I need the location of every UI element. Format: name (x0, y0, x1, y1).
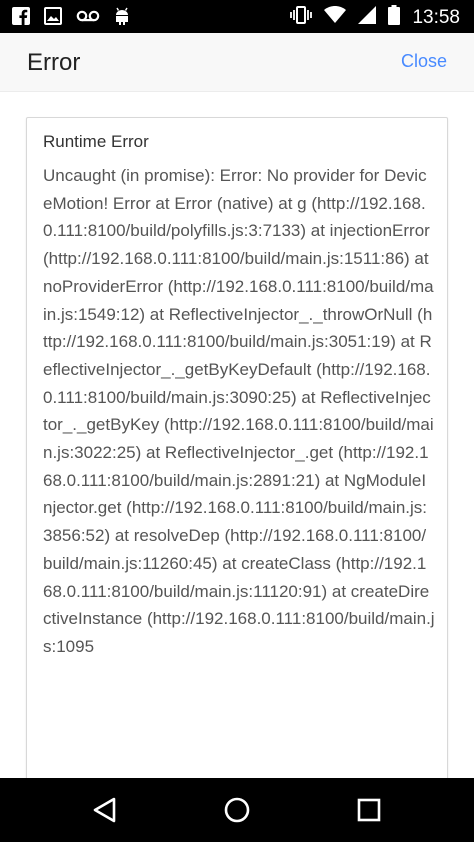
status-bar: 13:58 (0, 0, 474, 33)
image-icon (44, 7, 62, 30)
voicemail-icon (76, 9, 100, 28)
android-icon (114, 6, 130, 31)
battery-icon (388, 5, 401, 30)
close-button[interactable]: Close (401, 51, 447, 72)
recents-icon[interactable] (353, 794, 385, 826)
back-icon[interactable] (89, 794, 121, 826)
error-title: Runtime Error (43, 132, 149, 151)
facebook-icon (12, 7, 30, 30)
error-message: Uncaught (in promise): Error: No provide… (43, 166, 435, 656)
vibrate-icon (290, 6, 313, 29)
page-title: Error (27, 49, 81, 76)
modal-header: Error Close (0, 33, 474, 92)
signal-icon (358, 6, 377, 29)
clock: 13:58 (412, 6, 460, 28)
notification-icons (12, 6, 130, 31)
wifi-icon (324, 5, 347, 29)
navigation-bar (0, 778, 474, 842)
error-card: Runtime Error Uncaught (in promise): Err… (26, 117, 448, 778)
home-icon[interactable] (221, 794, 253, 826)
system-icons: 13:58 (290, 5, 460, 30)
error-content[interactable]: Runtime Error Uncaught (in promise): Err… (0, 92, 474, 778)
